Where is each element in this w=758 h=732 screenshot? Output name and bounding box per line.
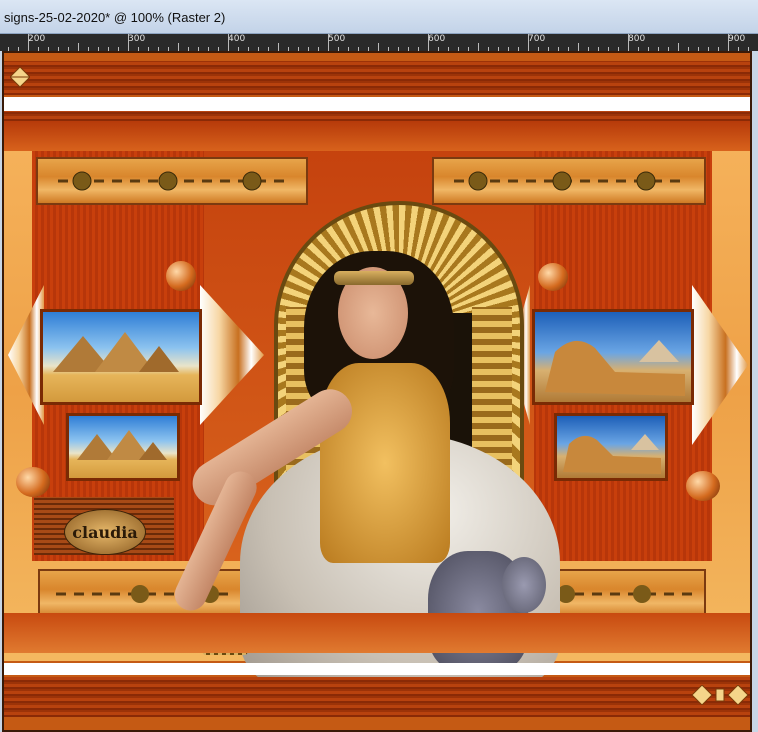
pyramids-photo-small (66, 413, 180, 481)
ruler-tick (628, 34, 629, 51)
ruler-label: 500 (328, 34, 346, 44)
ruler-tick (728, 34, 729, 51)
ruler-tick (678, 43, 679, 51)
watermark-seal: claudia (64, 509, 146, 555)
bottom-frame-band (4, 677, 750, 717)
right-bottom-orb (686, 471, 720, 501)
left-top-orb (166, 261, 196, 291)
left-bottom-orb (16, 467, 50, 497)
sphinx-photo-large (532, 309, 694, 405)
bottom-right-ornament-bar (544, 569, 706, 619)
top-left-nub-icon (9, 66, 31, 88)
ruler-tick (428, 34, 429, 51)
horizontal-ruler[interactable]: 200 300 400 500 600 700 800 900 (0, 34, 758, 51)
bottom-right-nub-icon (691, 684, 749, 706)
top-white-band (4, 97, 750, 111)
ruler-tick (528, 34, 529, 51)
ruler-tick (128, 34, 129, 51)
window-title: signs-25-02-2020* @ 100% (Raster 2) (4, 10, 226, 25)
pyramids-photo-large (40, 309, 202, 405)
sphinx-photo-small (554, 413, 668, 481)
ruler-tick (78, 43, 79, 51)
figure-headband (334, 271, 414, 285)
bottom-white-band (4, 663, 750, 675)
top-right-ornament-bar (432, 157, 706, 205)
ruler-label: 600 (428, 34, 446, 44)
top-thin-band (4, 111, 750, 121)
ruler-label: 400 (228, 34, 246, 44)
ruler-label: 200 (28, 34, 46, 44)
ruler-tick (278, 43, 279, 51)
watermark-text: claudia (72, 522, 138, 542)
ruler-tick (228, 34, 229, 51)
ruler-tick (28, 34, 29, 51)
ruler-tick (328, 34, 329, 51)
ruler-label: 300 (128, 34, 146, 44)
window-titlebar: signs-25-02-2020* @ 100% (Raster 2) (0, 0, 758, 34)
top-frame-band (4, 61, 750, 95)
ruler-label: 900 (728, 34, 746, 44)
top-left-ornament-bar (36, 157, 308, 205)
lower-orange-band (4, 613, 750, 653)
ruler-tick (578, 43, 579, 51)
ruler-tick (378, 43, 379, 51)
image-canvas[interactable]: claudia (2, 51, 752, 732)
ruler-tick (478, 43, 479, 51)
ruler-label: 800 (628, 34, 646, 44)
ruler-label: 700 (528, 34, 546, 44)
ruler-tick (178, 43, 179, 51)
upper-shadow-band (4, 121, 750, 151)
right-top-orb (538, 263, 568, 291)
sphynx-cat-head (502, 557, 546, 613)
